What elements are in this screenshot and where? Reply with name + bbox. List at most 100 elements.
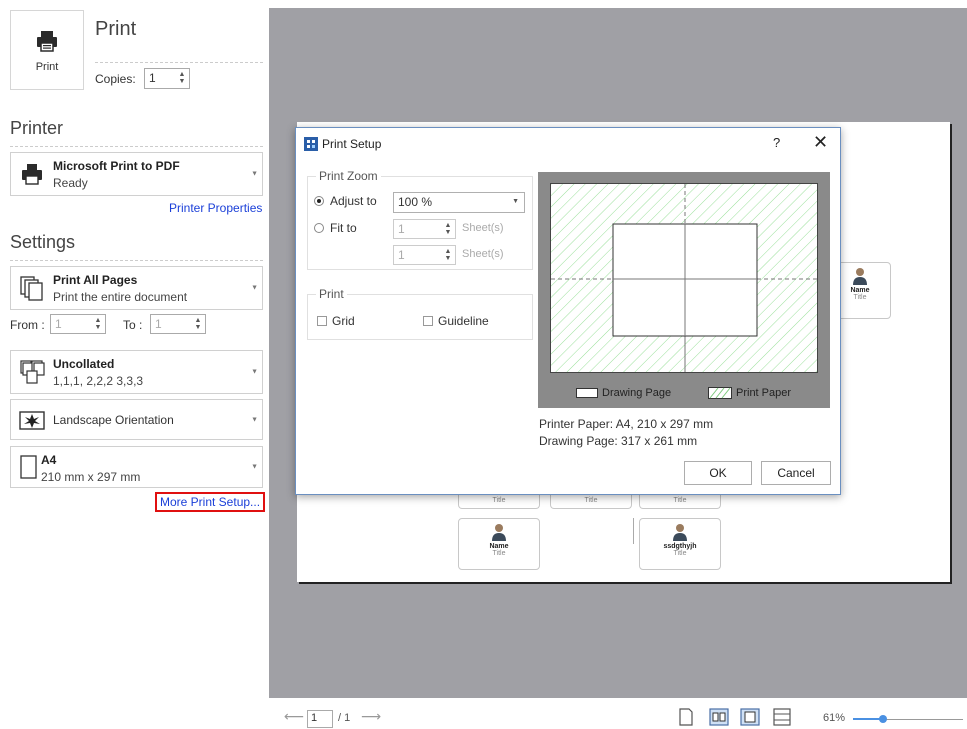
- org-card-footer: Title: [639, 495, 721, 509]
- from-label: From :: [10, 318, 45, 332]
- copies-stepper[interactable]: 1 ▲ ▼: [144, 68, 190, 89]
- printer-icon: [22, 164, 42, 185]
- pages-dropdown[interactable]: Print All Pages Print the entire documen…: [10, 266, 263, 310]
- drawing-page-legend: Drawing Page: [576, 387, 671, 399]
- sheets-label: Sheet(s): [462, 222, 504, 234]
- print-button-label: Print: [35, 61, 59, 73]
- drawing-page-info: Drawing Page: 317 x 261 mm: [539, 434, 698, 448]
- print-zoom-legend: Print Zoom: [316, 169, 381, 183]
- org-card-footer: Title: [550, 495, 632, 509]
- org-card-title: Title: [673, 550, 687, 557]
- collate-dropdown[interactable]: Uncollated 1,1,1, 2,2,2 3,3,3 ▼: [10, 350, 263, 394]
- page-number-input[interactable]: 1: [307, 710, 333, 728]
- print-heading: Print: [95, 18, 137, 40]
- ok-button[interactable]: OK: [684, 461, 752, 485]
- printer-heading: Printer: [10, 118, 64, 138]
- paper-size-dropdown[interactable]: A4 210 mm x 297 mm ▼: [10, 446, 263, 488]
- cancel-button[interactable]: Cancel: [761, 461, 831, 485]
- printer-icon: [37, 31, 57, 52]
- divider: [95, 62, 263, 63]
- guideline-label: Guideline: [438, 314, 489, 328]
- spin-arrows-icon[interactable]: ▲ ▼: [93, 317, 103, 331]
- org-card-name: ssdgthyjh: [663, 543, 697, 550]
- copies-value: 1: [149, 71, 156, 85]
- from-page-stepper[interactable]: 1 ▲ ▼: [50, 314, 106, 334]
- pages-title: Print All Pages: [53, 273, 138, 287]
- adjust-to-radio[interactable]: [314, 196, 324, 206]
- more-print-setup-link[interactable]: More Print Setup...: [155, 492, 266, 512]
- previous-page-arrow-icon[interactable]: ⟵: [284, 708, 304, 725]
- print-options-legend: Print: [316, 287, 347, 301]
- spin-arrows-icon[interactable]: ▲ ▼: [193, 317, 203, 331]
- zoom-slider-thumb[interactable]: [879, 715, 887, 723]
- print-paper-legend: Print Paper: [708, 387, 792, 400]
- spin-arrows-icon[interactable]: ▲ ▼: [177, 71, 187, 85]
- guideline-checkbox[interactable]: [423, 316, 433, 326]
- org-card: ssdgthyjh Title: [639, 518, 721, 570]
- print-settings-panel: Print Print Copies: 1 ▲ ▼ Printer Microso…: [0, 0, 269, 729]
- fit-to-radio[interactable]: [314, 223, 324, 233]
- print-layout-preview: Drawing Page Print Paper: [538, 172, 830, 408]
- drawing-page-label: Drawing Page: [602, 387, 672, 399]
- paper-title: A4: [41, 453, 57, 467]
- person-avatar-icon: [492, 524, 506, 541]
- zoom-percent-value: 100 %: [398, 195, 433, 209]
- fit-height-value: 1: [398, 248, 405, 262]
- close-button[interactable]: ✕: [813, 132, 828, 153]
- fit-to-label: Fit to: [330, 221, 357, 235]
- orientation-dropdown[interactable]: Landscape Orientation ▼: [10, 399, 263, 440]
- paper-icon: [20, 455, 37, 479]
- app-logo-icon: [304, 137, 318, 151]
- adjust-to-label: Adjust to: [330, 194, 377, 208]
- chevron-down-icon: ▼: [251, 368, 258, 376]
- fit-width-view-icon[interactable]: [772, 707, 792, 727]
- help-button[interactable]: ?: [773, 135, 780, 150]
- two-page-view-icon[interactable]: [709, 707, 729, 727]
- person-avatar-icon: [853, 268, 867, 285]
- printer-dropdown[interactable]: Microsoft Print to PDF Ready ▼: [10, 152, 263, 196]
- grid-label: Grid: [332, 314, 355, 328]
- collate-subtitle: 1,1,1, 2,2,2 3,3,3: [53, 374, 144, 388]
- zoom-percent-select[interactable]: 100 % ▼: [393, 192, 525, 213]
- divider: [10, 260, 263, 261]
- org-card-footer: Title: [458, 495, 540, 509]
- to-label: To :: [123, 318, 143, 332]
- to-page-stepper[interactable]: 1 ▲ ▼: [150, 314, 206, 334]
- printer-status: Ready: [53, 176, 88, 190]
- spin-arrows-icon[interactable]: ▲ ▼: [443, 222, 453, 236]
- copies-label: Copies:: [95, 72, 136, 86]
- person-avatar-icon: [673, 524, 687, 541]
- fit-page-view-icon[interactable]: [740, 707, 760, 727]
- spin-arrows-icon[interactable]: ▲ ▼: [443, 248, 453, 262]
- printer-name: Microsoft Print to PDF: [53, 159, 180, 173]
- print-paper-swatch: [708, 387, 732, 400]
- chevron-down-icon: ▼: [251, 463, 258, 471]
- chevron-down-icon: ▼: [251, 416, 258, 423]
- sheets-label: Sheet(s): [462, 248, 504, 260]
- chevron-down-icon: ▼: [251, 170, 258, 178]
- paper-subtitle: 210 mm x 297 mm: [41, 470, 141, 484]
- print-setup-dialog: Print Setup ? ✕ Print Zoom Adjust to 100…: [295, 127, 841, 495]
- printer-paper-info: Printer Paper: A4, 210 x 297 mm: [539, 417, 714, 431]
- landscape-icon: [19, 411, 45, 430]
- fit-height-stepper[interactable]: 1 ▲ ▼: [393, 245, 456, 265]
- drawing-page-swatch: [576, 388, 598, 399]
- print-button[interactable]: Print: [10, 10, 84, 90]
- settings-heading: Settings: [10, 232, 76, 252]
- divider: [10, 146, 263, 147]
- printer-properties-link[interactable]: Printer Properties: [169, 201, 262, 215]
- print-paper-label: Print Paper: [736, 387, 792, 399]
- fit-width-stepper[interactable]: 1 ▲ ▼: [393, 219, 456, 239]
- grid-checkbox[interactable]: [317, 316, 327, 326]
- org-card-title: Title: [492, 550, 506, 557]
- dialog-title: Print Setup: [322, 137, 382, 151]
- chevron-down-icon: ▼: [512, 198, 519, 205]
- next-page-arrow-icon[interactable]: ⟶: [361, 708, 381, 725]
- pages-subtitle: Print the entire document: [53, 290, 188, 304]
- to-page-value: 1: [155, 317, 162, 331]
- org-card-name: Name: [489, 543, 509, 550]
- pages-icon: [20, 276, 43, 301]
- fit-width-value: 1: [398, 222, 405, 236]
- zoom-level: 61%: [823, 712, 846, 724]
- single-page-view-icon[interactable]: [676, 707, 696, 727]
